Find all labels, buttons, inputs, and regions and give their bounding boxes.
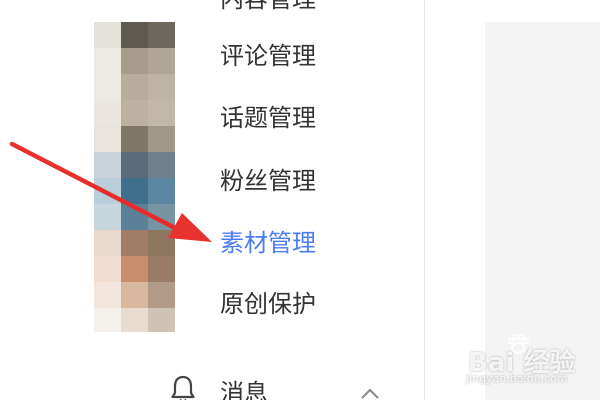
mosaic-cell bbox=[94, 256, 121, 282]
mosaic-cell bbox=[121, 22, 148, 48]
mosaic-cell bbox=[148, 74, 175, 100]
mosaic-cell bbox=[94, 100, 121, 126]
sidebar-item-original-protection[interactable]: 原创保护 bbox=[220, 289, 316, 319]
mosaic-cell bbox=[121, 126, 148, 152]
sidebar-item-material-management[interactable]: 素材管理 bbox=[220, 228, 316, 258]
watermark: Bai 经验 jingyan.baidu.com bbox=[448, 328, 598, 398]
mosaic-cell bbox=[148, 204, 175, 230]
sidebar-item-fans-management[interactable]: 粉丝管理 bbox=[220, 166, 316, 196]
mosaic-cell bbox=[94, 230, 121, 256]
pixelated-image[interactable] bbox=[94, 22, 175, 332]
mosaic-cell bbox=[148, 152, 175, 178]
mosaic-cell bbox=[94, 282, 121, 308]
page: 内容管理 评论管理 话题管理 粉丝管理 素材管理 原创保护 消息 bbox=[0, 0, 600, 400]
mosaic-cell bbox=[121, 100, 148, 126]
mosaic-cell bbox=[121, 178, 148, 204]
mosaic-cell bbox=[121, 74, 148, 100]
sidebar-item-comment-management[interactable]: 评论管理 bbox=[220, 41, 316, 71]
mosaic-cell bbox=[121, 256, 148, 282]
sidebar-menu: 内容管理 评论管理 话题管理 粉丝管理 素材管理 原创保护 消息 bbox=[0, 0, 420, 400]
mosaic-cell bbox=[121, 48, 148, 74]
sidebar-item-messages[interactable]: 消息 bbox=[170, 372, 400, 400]
mosaic-cell bbox=[94, 48, 121, 74]
mosaic-cell bbox=[94, 126, 121, 152]
mosaic-cell bbox=[121, 230, 148, 256]
mosaic-cell bbox=[94, 178, 121, 204]
mosaic-cell bbox=[148, 256, 175, 282]
mosaic-cell bbox=[148, 100, 175, 126]
watermark-url: jingyan.baidu.com bbox=[466, 372, 568, 385]
messages-label: 消息 bbox=[220, 379, 268, 400]
mosaic-cell bbox=[148, 22, 175, 48]
mosaic-cell bbox=[94, 22, 121, 48]
sidebar-item-content-management[interactable]: 内容管理 bbox=[220, 0, 316, 14]
mosaic-cell bbox=[148, 230, 175, 256]
mosaic-cell bbox=[148, 126, 175, 152]
chevron-up-icon[interactable] bbox=[360, 386, 380, 400]
mosaic-cell bbox=[148, 48, 175, 74]
mosaic-cell bbox=[121, 204, 148, 230]
mosaic-cell bbox=[121, 282, 148, 308]
mosaic-cell bbox=[94, 74, 121, 100]
bell-icon bbox=[171, 375, 195, 400]
mosaic-cell bbox=[148, 282, 175, 308]
mosaic-cell bbox=[94, 152, 121, 178]
mosaic-cell bbox=[94, 204, 121, 230]
mosaic-cell bbox=[148, 178, 175, 204]
mosaic-cell bbox=[94, 308, 121, 332]
mosaic-cell bbox=[121, 308, 148, 332]
mosaic-cell bbox=[121, 152, 148, 178]
mosaic-cell bbox=[148, 308, 175, 332]
sidebar-item-topic-management[interactable]: 话题管理 bbox=[220, 103, 316, 133]
